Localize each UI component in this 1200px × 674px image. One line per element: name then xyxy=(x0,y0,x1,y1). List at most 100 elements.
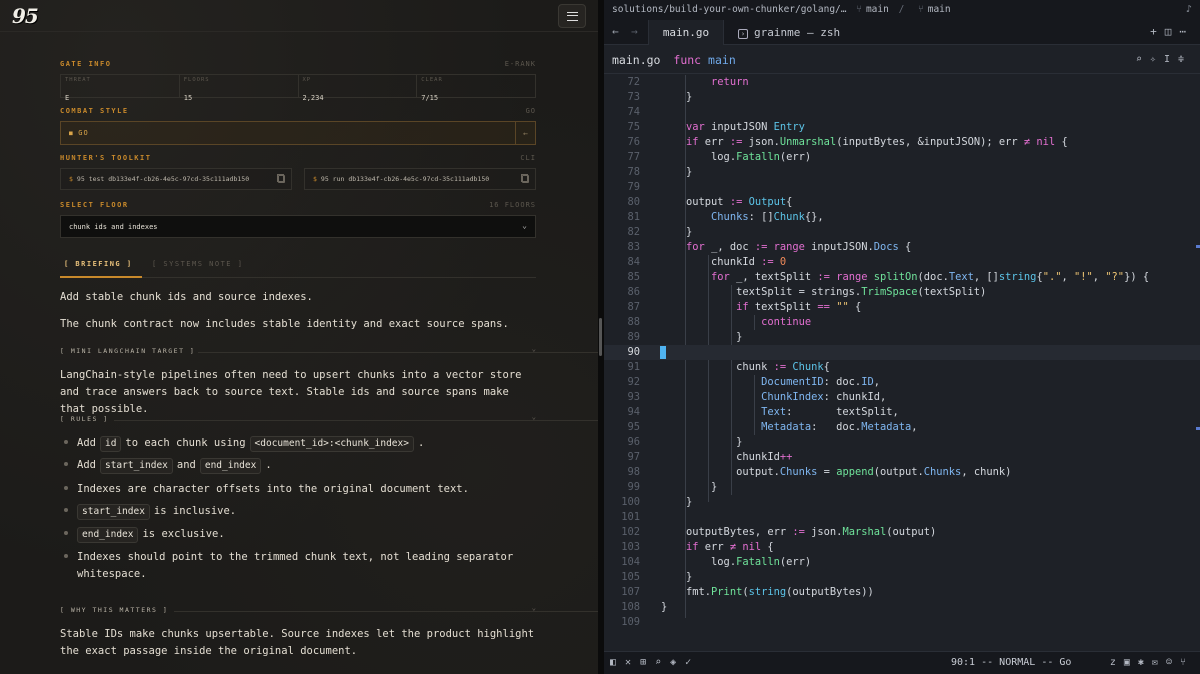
code-line: 104 log.Fatalln(err) xyxy=(621,556,812,568)
prompt-symbol: $ xyxy=(313,175,317,183)
sidebar-icon[interactable]: ◧ xyxy=(610,657,625,668)
cursor-position[interactable]: 90:1 xyxy=(951,657,975,668)
grid-icon[interactable]: ⊞ xyxy=(640,657,655,668)
breadcrumb-keyword[interactable]: func xyxy=(673,53,701,67)
tab-briefing[interactable]: [ BRIEFING ] xyxy=(64,260,133,268)
tab-systems-note[interactable]: [ SYSTEMS NOTE ] xyxy=(152,260,243,268)
back-arrow-icon[interactable]: ← xyxy=(612,25,619,38)
code-line: 102 outputBytes, err := json.Marshal(out… xyxy=(621,526,937,538)
branch-icon[interactable]: ⑂ xyxy=(1180,657,1194,668)
code-line: 79 xyxy=(627,181,640,193)
intro-paragraph-1: Add stable chunk ids and source indexes. xyxy=(60,291,313,303)
combat-style-select[interactable]: GO ← xyxy=(60,121,536,145)
tab-terminal[interactable]: › grainme — zsh xyxy=(726,20,852,45)
arrow-left-icon[interactable]: ← xyxy=(515,122,535,144)
breadcrumb-function[interactable]: main xyxy=(708,53,736,67)
debug-icon[interactable]: ✱ xyxy=(1138,657,1152,668)
branch-label-2[interactable]: main xyxy=(928,4,951,15)
combat-style-title: COMBAT STYLE xyxy=(60,107,129,115)
branch-label[interactable]: main xyxy=(866,4,889,15)
current-line: 90 xyxy=(604,345,1200,360)
code-area[interactable]: 72 return 73 } 74 75 var inputJSON Entry… xyxy=(604,75,1200,650)
menu-button[interactable] xyxy=(558,4,586,28)
floor-select-value: chunk ids and indexes xyxy=(69,222,158,231)
chat-icon[interactable]: ✉ xyxy=(1152,657,1166,668)
search-icon[interactable]: ⌕ xyxy=(1136,54,1150,65)
target-section-header[interactable]: [ MINI LANGCHAIN TARGET ] ⌄ xyxy=(60,345,598,359)
gate-floors: FLOORS 15 xyxy=(180,75,299,102)
tools-icon[interactable]: ✕ xyxy=(625,657,640,668)
search-icon[interactable]: ⌕ xyxy=(655,657,670,668)
plus-icon[interactable]: + xyxy=(1150,25,1165,38)
code-line: 96 } xyxy=(627,436,743,448)
copy-icon[interactable] xyxy=(278,175,285,183)
breadcrumb: main.go func main ⌕✧I≑ xyxy=(604,46,1200,74)
floor-select[interactable]: chunk ids and indexes ⌄ xyxy=(60,215,536,238)
file-path[interactable]: solutions/build-your-own-chunker/golang/… xyxy=(612,4,847,15)
vim-mode: -- NORMAL -- xyxy=(981,657,1054,668)
test-command-box[interactable]: $ 95 test db133e4f-cb26-4e5c-97cd-35c111… xyxy=(60,168,292,190)
gate-info-box: THREAT E FLOORS 15 XP 2,234 CLEAR 7/15 xyxy=(60,74,536,102)
code-line: 85 for _, textSplit := range splitOn(doc… xyxy=(627,271,1150,283)
status-left-icons: ◧✕⊞⌕◈✓ xyxy=(610,652,700,674)
code-line: 100 } xyxy=(621,496,693,508)
app-logo[interactable]: 95 xyxy=(12,4,39,28)
code-line: 75 var inputJSON Entry xyxy=(627,121,805,133)
user-icon[interactable]: ☺ xyxy=(1166,657,1180,668)
run-command-box[interactable]: $ 95 run db133e4f-cb26-4e5c-97cd-35c111a… xyxy=(304,168,536,190)
hamburger-icon xyxy=(566,11,578,21)
sleep-icon[interactable]: z xyxy=(1110,657,1124,668)
lesson-tabs: [ BRIEFING ] [ SYSTEMS NOTE ] xyxy=(60,256,536,278)
code-line: 77 log.Fatalln(err) xyxy=(627,151,812,163)
divider xyxy=(114,420,598,421)
bell-icon[interactable]: ♪ xyxy=(1186,0,1192,20)
cursor-icon[interactable]: I xyxy=(1164,54,1178,65)
gate-info-title: GATE INFO xyxy=(60,60,112,68)
toolkit-title: HUNTER'S TOOLKIT xyxy=(60,154,152,162)
branch-icon: ⑂ xyxy=(918,4,924,15)
preview-icon[interactable]: ▣ xyxy=(1124,657,1138,668)
tabbar-actions[interactable]: +◫⋯ xyxy=(1150,25,1194,38)
code-line: 89 } xyxy=(627,331,743,343)
code-line: 105 } xyxy=(621,571,693,583)
breadcrumb-file[interactable]: main.go xyxy=(612,53,660,67)
rule-item: start_index is inclusive. xyxy=(64,503,534,520)
splitter-grip[interactable] xyxy=(599,318,602,356)
rules-section-header[interactable]: [ RULES ] ⌄ xyxy=(60,413,598,427)
sliders-icon[interactable]: ≑ xyxy=(1178,54,1192,65)
check-icon[interactable]: ✓ xyxy=(685,657,700,668)
scrollbar-marker xyxy=(1196,245,1200,248)
sparkle-icon[interactable]: ✧ xyxy=(1150,54,1164,65)
code-line: 88 continue xyxy=(627,316,812,328)
code-line: 95 Metadata: doc.Metadata, xyxy=(627,421,918,433)
why-paragraph: Stable IDs make chunks upsertable. Sourc… xyxy=(60,628,535,657)
rule-item: Add start_index and end_index. xyxy=(64,457,534,474)
gate-xp: XP 2,234 xyxy=(299,75,418,102)
chevron-down-icon: ⌄ xyxy=(522,221,527,230)
tab-main-go[interactable]: main.go xyxy=(648,20,724,45)
chevron-down-icon: ⌄ xyxy=(531,413,536,421)
editor-titlebar: solutions/build-your-own-chunker/golang/… xyxy=(604,0,1200,20)
why-section-header[interactable]: [ WHY THIS MATTERS ] ⌄ xyxy=(60,604,598,618)
target-section-title: [ MINI LANGCHAIN TARGET ] xyxy=(60,347,196,355)
more-icon[interactable]: ⋯ xyxy=(1179,25,1194,38)
test-command: 95 test db133e4f-cb26-4e5c-97cd-35c111ad… xyxy=(76,175,250,183)
lesson-panel: 95 GATE INFO E-RANK THREAT E FLOORS 15 XP 2… xyxy=(0,0,598,674)
code-line: 84 chunkId := 0 xyxy=(627,256,787,268)
intro-paragraph-2: The chunk contract now includes stable i… xyxy=(60,318,509,330)
language-mode[interactable]: Go xyxy=(1059,657,1071,668)
split-icon[interactable]: ◫ xyxy=(1165,25,1180,38)
rule-item: Add id to each chunk using <document_id>:<c… xyxy=(64,435,534,452)
diagnostics-icon[interactable]: ◈ xyxy=(670,657,685,668)
copy-icon[interactable] xyxy=(522,175,529,183)
code-line: 101 xyxy=(621,511,640,523)
code-line: 83 for _, doc := range inputJSON.Docs { xyxy=(627,241,912,253)
forward-arrow-icon[interactable]: → xyxy=(631,25,638,38)
code-line: 108} xyxy=(621,601,668,613)
gate-clear: CLEAR 7/15 xyxy=(421,77,443,102)
code-line: 99 } xyxy=(627,481,718,493)
code-line: 73 } xyxy=(627,91,693,103)
toolkit-right: CLI xyxy=(520,154,536,162)
code-line: 91 chunk := Chunk{ xyxy=(627,361,830,373)
code-line: 81 Chunks: []Chunk{}, xyxy=(627,211,824,223)
